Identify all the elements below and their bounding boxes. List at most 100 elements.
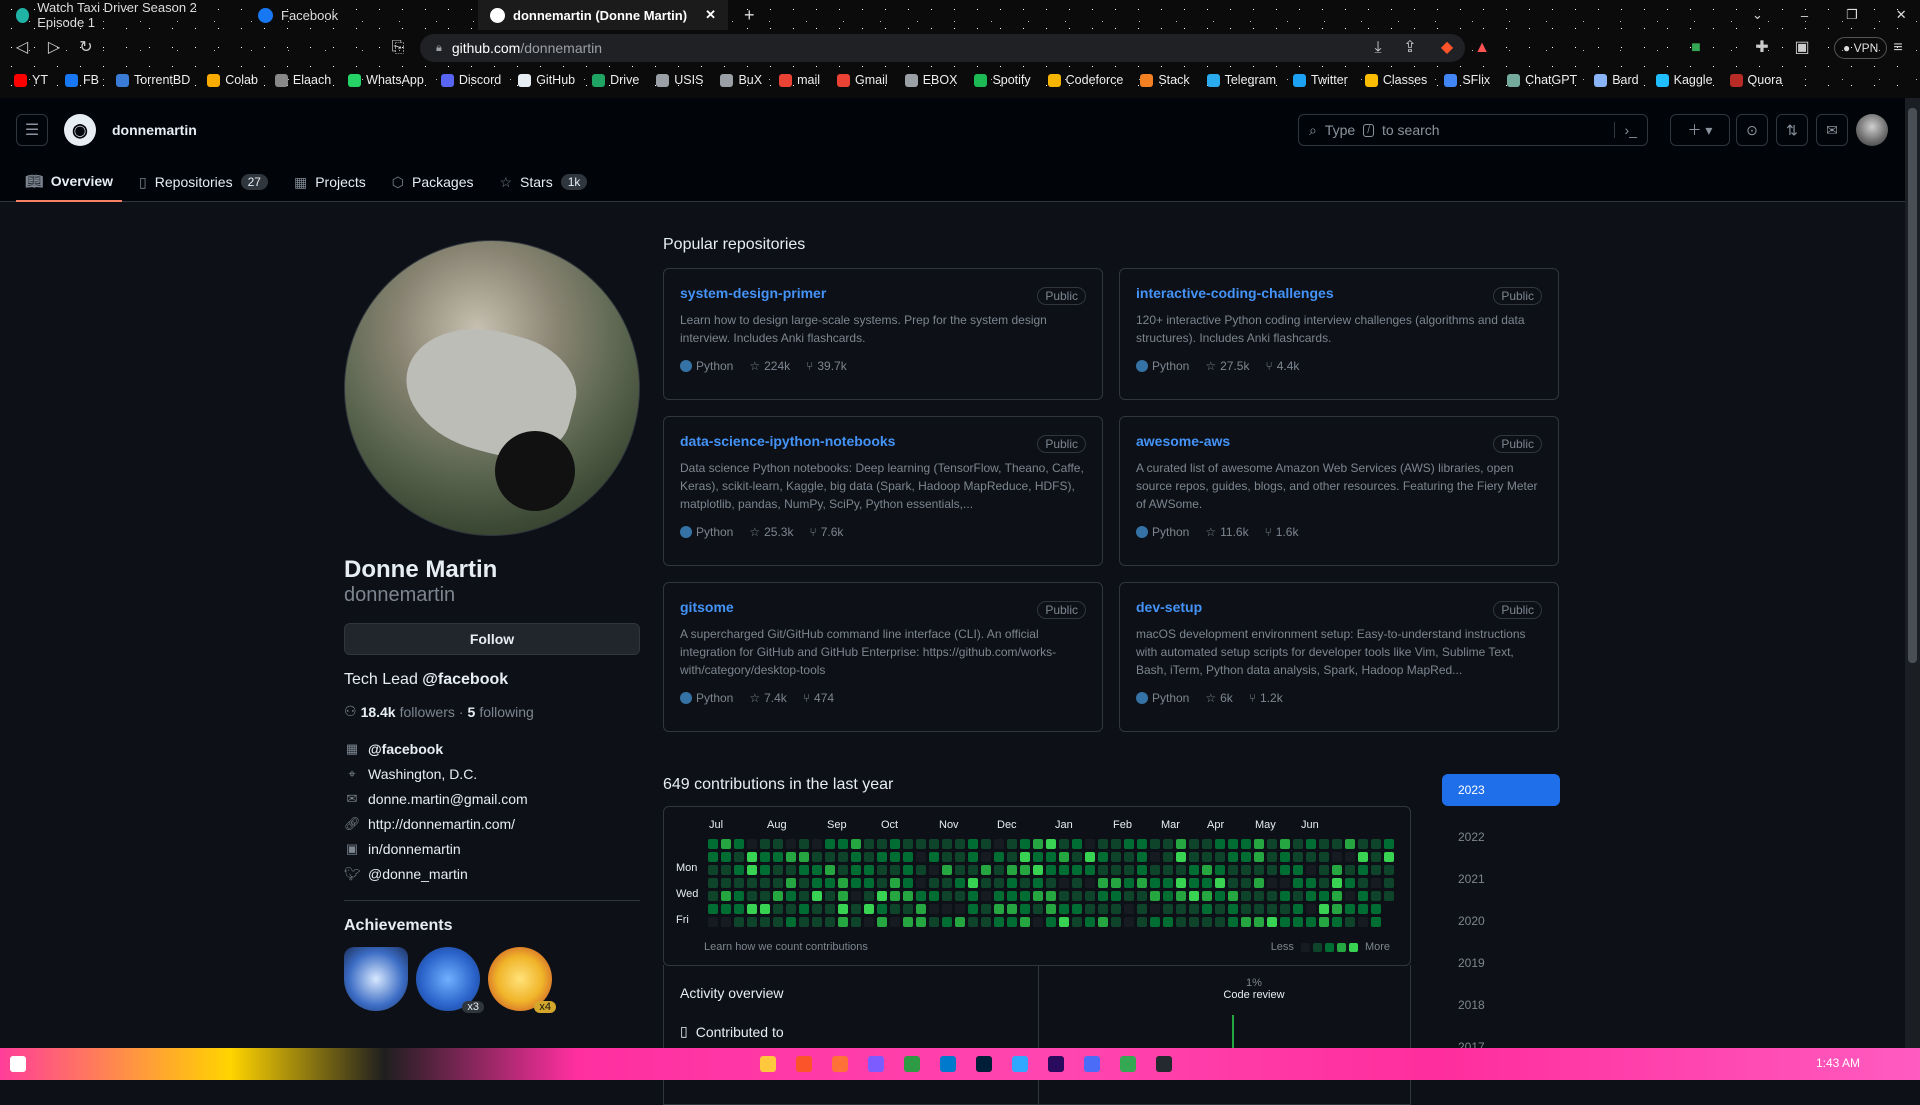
contribution-day[interactable] [1306,891,1316,901]
back-icon[interactable]: ◁ [12,38,32,58]
contribution-day[interactable] [1228,852,1238,862]
hamburger-menu-icon[interactable]: ☰ [16,114,48,146]
contribution-day[interactable] [968,878,978,888]
contribution-day[interactable] [773,839,783,849]
contribution-day[interactable] [1124,917,1134,927]
contribution-day[interactable] [1189,904,1199,914]
contribution-day[interactable] [903,917,913,927]
detail-text[interactable]: @donne_martin [368,866,468,882]
contribution-day[interactable] [838,865,848,875]
contribution-day[interactable] [1124,878,1134,888]
contribution-day[interactable] [825,865,835,875]
contribution-day[interactable] [708,904,718,914]
contribution-day[interactable] [1176,878,1186,888]
contribution-day[interactable] [1241,852,1251,862]
contribution-day[interactable] [812,878,822,888]
contribution-day[interactable] [773,852,783,862]
contribution-day[interactable] [981,891,991,901]
contribution-day[interactable] [838,878,848,888]
contribution-day[interactable] [786,839,796,849]
contribution-day[interactable] [1280,917,1290,927]
contribution-day[interactable] [1228,891,1238,901]
contribution-day[interactable] [890,865,900,875]
contribution-day[interactable] [1072,878,1082,888]
contribution-day[interactable] [968,904,978,914]
contribution-day[interactable] [1306,878,1316,888]
contribution-day[interactable] [799,865,809,875]
repo-forks[interactable]: ⑂ 1.6k [1265,525,1299,539]
contribution-day[interactable] [1371,917,1381,927]
restore-icon[interactable]: ❐ [1846,7,1858,23]
contribution-day[interactable] [1293,839,1303,849]
contribution-day[interactable] [1293,878,1303,888]
repo-name-link[interactable]: system-design-primer [680,285,1086,301]
contribution-day[interactable] [1111,839,1121,849]
contribution-day[interactable] [929,865,939,875]
contribution-day[interactable] [1280,904,1290,914]
contribution-day[interactable] [1020,839,1030,849]
contribution-day[interactable] [786,891,796,901]
contribution-day[interactable] [942,904,952,914]
contribution-day[interactable] [734,878,744,888]
contribution-day[interactable] [877,904,887,914]
contribution-day[interactable] [773,904,783,914]
bookmark-classes[interactable]: Classes [1364,73,1427,87]
contribution-day[interactable] [1267,852,1277,862]
contribution-day[interactable] [1319,891,1329,901]
contribution-day[interactable] [1371,865,1381,875]
contribution-day[interactable] [1371,878,1381,888]
contribution-day[interactable] [1059,878,1069,888]
contribution-day[interactable] [1371,852,1381,862]
contribution-day[interactable] [838,904,848,914]
contribution-day[interactable] [1345,852,1355,862]
contribution-day[interactable] [1280,891,1290,901]
contribution-day[interactable] [1137,904,1147,914]
contribution-day[interactable] [1033,891,1043,901]
contribution-day[interactable] [1072,917,1082,927]
contribution-day[interactable] [812,865,822,875]
contribution-day[interactable] [1111,904,1121,914]
contribution-day[interactable] [1163,891,1173,901]
contribution-day[interactable] [916,904,926,914]
repo-forks[interactable]: ⑂ 1.2k [1249,691,1283,705]
contribution-day[interactable] [1124,904,1134,914]
contribution-day[interactable] [1150,891,1160,901]
contribution-day[interactable] [1358,839,1368,849]
contribution-day[interactable] [760,839,770,849]
contribution-day[interactable] [1202,917,1212,927]
contribution-day[interactable] [1085,904,1095,914]
contribution-day[interactable] [1059,917,1069,927]
contribution-day[interactable] [1046,904,1056,914]
chrome-icon[interactable] [1120,1056,1136,1072]
contribution-day[interactable] [981,865,991,875]
year-2022[interactable]: 2022 [1442,816,1560,858]
contribution-day[interactable] [1241,878,1251,888]
contribution-day[interactable] [1020,865,1030,875]
contribution-day[interactable] [1085,878,1095,888]
contribution-day[interactable] [812,904,822,914]
bookmark-bux[interactable]: BuX [720,73,762,87]
contribution-day[interactable] [773,865,783,875]
contribution-day[interactable] [1319,852,1329,862]
contribution-day[interactable] [747,865,757,875]
contribution-day[interactable] [1371,904,1381,914]
bookmark-sflix[interactable]: SFlix [1444,73,1490,87]
contribution-day[interactable] [708,891,718,901]
contribution-day[interactable] [1358,878,1368,888]
contribution-day[interactable] [1124,852,1134,862]
contribution-day[interactable] [955,865,965,875]
contribution-day[interactable] [1280,865,1290,875]
tab-repositories[interactable]: ▯ Repositories 27 [130,162,277,202]
contribution-day[interactable] [1098,891,1108,901]
premiere-icon[interactable] [1048,1056,1064,1072]
contribution-day[interactable] [1267,917,1277,927]
issues-icon[interactable]: ⊙ [1736,114,1768,146]
command-palette-icon[interactable]: ›_ [1613,122,1637,138]
contribution-day[interactable] [747,878,757,888]
contribution-day[interactable] [1137,839,1147,849]
contribution-day[interactable] [903,839,913,849]
contribution-day[interactable] [708,865,718,875]
contribution-day[interactable] [1163,904,1173,914]
contribution-day[interactable] [1059,891,1069,901]
bookmark-ebox[interactable]: EBOX [904,73,957,87]
